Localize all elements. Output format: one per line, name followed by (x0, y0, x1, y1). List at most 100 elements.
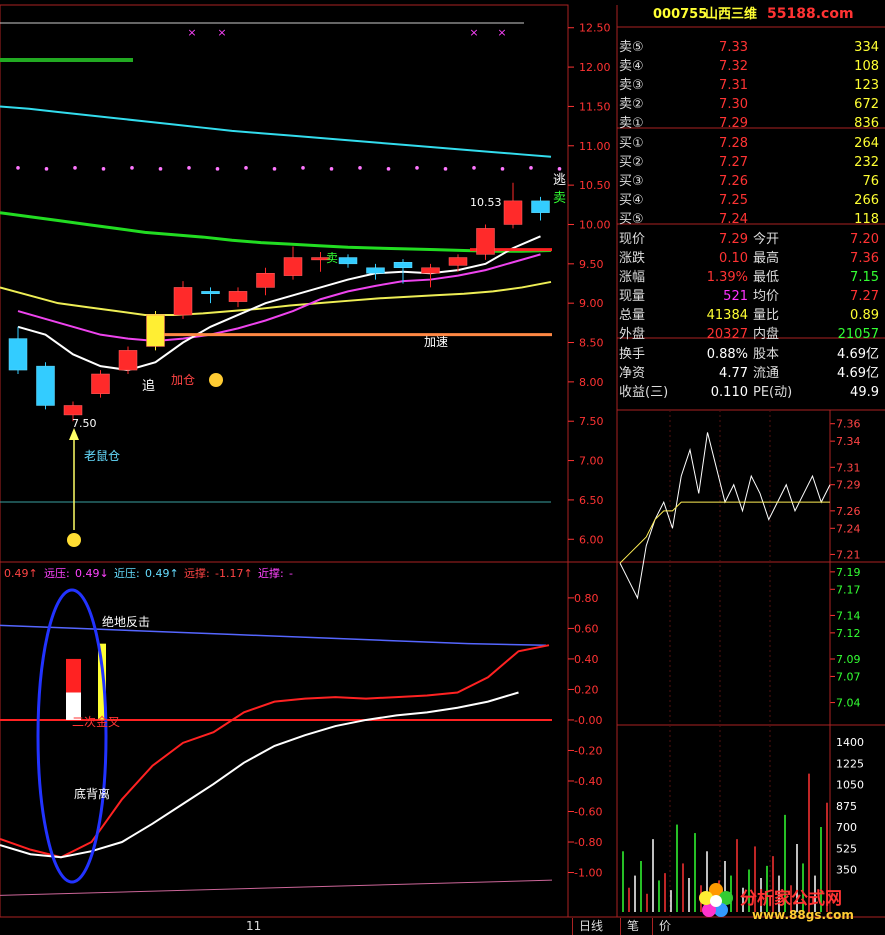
ask-price: 7.31 (719, 78, 748, 93)
ma-green-line (0, 211, 552, 253)
tab-price[interactable]: 价 (652, 918, 677, 935)
tab-stroke[interactable]: 笔 (620, 918, 645, 935)
stat-value: 7.27 (850, 289, 879, 304)
bid-price: 7.26 (719, 174, 748, 189)
signal-dot (215, 167, 220, 171)
money-bag-icon (209, 373, 223, 387)
bid-label: 买④ (619, 193, 644, 208)
quote-panel: 000755 山西三维 55188.com 卖⑤ 7.33 334 卖④ 7.32 108… (617, 5, 885, 410)
y-tick-label: 6.50 (579, 494, 604, 507)
candle-body (531, 200, 550, 213)
stock-code: 000755 (653, 7, 708, 22)
stat-label: 内盘 (753, 327, 780, 342)
signal-dot (386, 167, 391, 171)
ask-price: 7.29 (719, 116, 748, 131)
y-tick-label: 7.19 (836, 566, 861, 579)
watermark-url: www.88gs.com (752, 908, 854, 922)
fund-value: 0.88% (706, 347, 748, 362)
signal-dot (329, 167, 334, 171)
candle-body (8, 338, 28, 371)
y-tick-label: 7.29 (836, 479, 861, 492)
signal-dot (472, 166, 476, 170)
far-pressure-line (0, 624, 547, 646)
stat-value: 0.89 (850, 308, 879, 323)
stat-row: 现价 7.29 今开 7.20 (617, 230, 885, 249)
candle-body (146, 314, 165, 347)
bid-row: 买④ 7.25 266 (617, 191, 885, 210)
signal-dot (529, 166, 533, 170)
fund-label: 净资 (619, 366, 646, 381)
signal-dot (272, 167, 277, 171)
fund-value: 4.69亿 (837, 366, 879, 381)
label-dibeili: 底背离 (74, 786, 110, 801)
stat-label: 涨幅 (619, 270, 646, 285)
fund-value: 49.9 (850, 385, 879, 400)
watermark-cn: 分析家公式网 (740, 889, 842, 909)
y-tick-label: 12.50 (579, 22, 611, 35)
tab-daily[interactable]: 日线 (572, 918, 609, 935)
y-tick-label: -0.80 (574, 836, 602, 849)
signal-dot (101, 167, 106, 171)
candle-body (118, 350, 138, 371)
top-watermark: 55188.com (767, 6, 854, 22)
highlight-ellipse (36, 588, 108, 884)
stat-row: 现量 521 均价 7.27 (617, 287, 885, 306)
y-tick-label: 7.04 (836, 697, 861, 710)
ma-yellow-line (0, 280, 552, 316)
candle-body (448, 257, 468, 266)
ask-price: 7.32 (719, 59, 748, 74)
ma-magenta-line (17, 253, 541, 342)
signal-dot (130, 166, 134, 170)
ask-label: 卖③ (619, 78, 644, 93)
y-tick-label: 11.00 (579, 140, 611, 153)
candle-body (393, 262, 413, 269)
ma-cyan-line (0, 105, 552, 158)
indicator-header-label: 远撑: (184, 566, 210, 580)
label-juedi: 绝地反击 (102, 614, 150, 629)
signal-dot (16, 166, 20, 170)
fund-label: 流通 (753, 366, 780, 381)
fund-value: 4.77 (719, 366, 748, 381)
ask-label: 卖⑤ (619, 40, 644, 55)
y-tick-label: 0.80 (574, 592, 599, 605)
ask-price: 7.30 (719, 97, 748, 112)
stock-header: 000755 山西三维 55188.com (617, 5, 885, 24)
fund-row: 净资 4.77 流通 4.69亿 (617, 364, 885, 383)
label-erci: 二次金叉 (72, 714, 120, 729)
bid-volume: 118 (854, 212, 879, 227)
label-mai-mid: 卖 (326, 251, 338, 265)
bid-row: 买① 7.28 264 (617, 134, 885, 153)
y-tick-label: 700 (836, 821, 857, 834)
ask-volume: 108 (854, 59, 879, 74)
y-tick-label: 11.50 (579, 100, 611, 113)
indicator-header-value: - (289, 567, 293, 580)
ask-price: 7.33 (719, 40, 748, 55)
indicator-header-value: 0.49↑ (145, 567, 179, 580)
bid-row: 买⑤ 7.24 118 (617, 210, 885, 229)
stat-row: 外盘 20327 内盘 21057 (617, 325, 885, 344)
y-tick-label: 7.26 (836, 505, 861, 518)
candle-body (503, 200, 523, 225)
stat-label: 最低 (753, 270, 780, 285)
y-tick-label: 7.21 (836, 548, 861, 561)
indicator-header-label: 近撑: (258, 566, 284, 580)
signal-dot (158, 167, 163, 171)
ask-row: 卖⑤ 7.33 334 (617, 38, 885, 57)
candle-body (173, 287, 193, 316)
stat-label: 现价 (619, 232, 646, 247)
signal-dot (443, 167, 448, 171)
candle-body (421, 267, 440, 274)
candle-body (338, 257, 358, 265)
bid-volume: 266 (854, 193, 879, 208)
y-tick-label: 9.50 (579, 258, 604, 271)
ask-volume: 672 (854, 97, 879, 112)
support-line (0, 879, 553, 896)
y-tick-label: 7.50 (579, 415, 604, 428)
y-tick-label: 525 (836, 842, 857, 855)
fund-label: 换手 (619, 347, 646, 362)
intraday-panel: 7.36 7.34 7.31 7.29 7.26 7.24 7.21 7.19 7.17 7.14… (619, 410, 861, 917)
stock-name: 山西三维 (705, 7, 758, 22)
bid-price: 7.25 (719, 193, 748, 208)
stat-label: 均价 (753, 289, 780, 304)
signal-dot (358, 166, 362, 170)
